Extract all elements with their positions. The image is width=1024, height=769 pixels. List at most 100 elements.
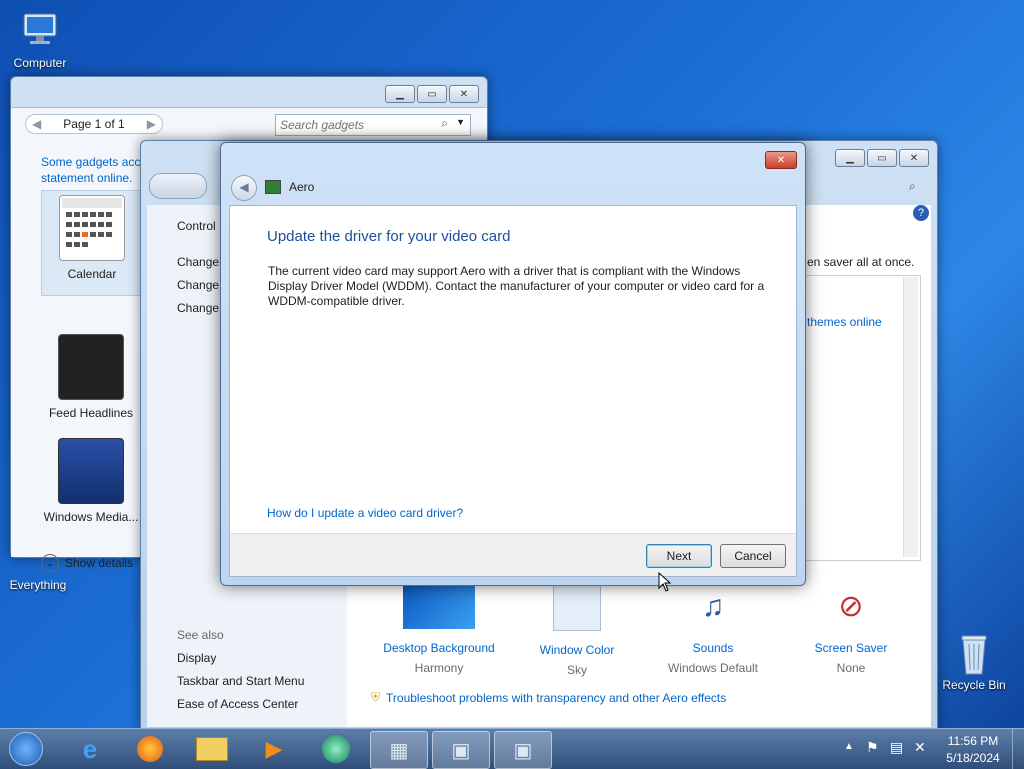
- media-player-button[interactable]: ▶: [246, 731, 302, 767]
- mouse-cursor: [658, 571, 672, 595]
- taskbar-personalization-button[interactable]: ▣: [432, 731, 490, 769]
- search-icon[interactable]: ⌕: [441, 116, 448, 131]
- desktop-background-thumbnail: [403, 585, 475, 629]
- start-button[interactable]: [2, 731, 50, 767]
- recycle-bin-icon: [952, 630, 996, 675]
- back-button[interactable]: ◀: [231, 175, 257, 201]
- monitor-icon: ▣: [513, 739, 533, 762]
- volume-muted-icon[interactable]: ✕: [914, 739, 926, 756]
- pager: ◀ Page 1 of 1 ▶: [25, 114, 163, 134]
- see-also-heading: See also: [177, 628, 224, 642]
- windows-media-icon: [58, 438, 124, 504]
- help-icon[interactable]: ?: [913, 205, 929, 221]
- screen-saver-icon: ⊘: [838, 590, 864, 623]
- item-value: Harmony: [414, 661, 464, 675]
- page-label: Page 1 of 1: [63, 117, 125, 131]
- aero-dialog: ✕ ◀ Aero Update the driver for your vide…: [220, 142, 806, 586]
- screen-saver-item[interactable]: ⊘ Screen Saver None: [787, 585, 915, 675]
- dialog-content: Update the driver for your video card Th…: [229, 205, 797, 577]
- gadget-search-input[interactable]: [276, 115, 432, 135]
- gadget-feed-headlines[interactable]: Feed Headlines: [41, 334, 141, 420]
- dialog-app-title: Aero: [289, 180, 315, 194]
- calendar-icon: [59, 195, 125, 261]
- gadget-label: Windows Media...: [43, 510, 139, 524]
- system-tray: ▲ ⚑ ▤ ✕ 11:56 PM 5/18/2024: [842, 729, 1024, 769]
- show-desktop-button[interactable]: [1012, 729, 1024, 769]
- sounds-item[interactable]: ♫ Sounds Windows Default: [649, 585, 777, 675]
- help-link[interactable]: How do I update a video card driver?: [267, 506, 463, 520]
- show-details-label: Show details: [65, 556, 134, 570]
- gadget-calendar[interactable]: Calendar: [41, 190, 143, 296]
- scrollbar[interactable]: [903, 277, 918, 557]
- item-value: Windows Default: [667, 661, 759, 675]
- item-title: Window Color: [539, 643, 615, 657]
- media-player-icon: ▶: [265, 736, 283, 761]
- desktop-icon-label: Computer: [13, 56, 67, 70]
- desktop-background-item[interactable]: Desktop Background Harmony: [375, 585, 503, 675]
- clock-time: 11:56 PM: [947, 734, 999, 748]
- themes-online-link[interactable]: themes online: [807, 315, 882, 329]
- see-also-taskbar[interactable]: Taskbar and Start Menu: [177, 674, 304, 688]
- desktop-icon-label: Everything: [9, 578, 67, 592]
- dialog-body-text: The current video card may support Aero …: [268, 264, 765, 308]
- item-value: Sky: [566, 663, 587, 677]
- item-title: Desktop Background: [383, 641, 495, 655]
- folder-icon: [196, 737, 228, 761]
- prev-page-icon[interactable]: ◀: [32, 117, 41, 131]
- computer-icon: [18, 8, 62, 52]
- internet-explorer-icon: e: [82, 733, 98, 764]
- minimize-button[interactable]: ▁: [385, 85, 415, 103]
- desktop-icon-recycle-bin[interactable]: Recycle Bin: [938, 630, 1010, 692]
- windows-logo-icon: [9, 732, 43, 766]
- taskbar-aero-button[interactable]: ▣: [494, 731, 552, 769]
- search-icon[interactable]: ⌕: [909, 179, 916, 194]
- troubleshoot-link[interactable]: ⛨ Troubleshoot problems with transparenc…: [371, 690, 726, 705]
- right-description: en saver all at once.: [807, 255, 915, 269]
- gadgets-note[interactable]: Some gadgets acc statement online.: [41, 154, 145, 186]
- shield-icon: ⛨: [371, 690, 381, 704]
- flag-icon[interactable]: ⚑: [866, 739, 879, 756]
- see-also-ease-of-access[interactable]: Ease of Access Center: [177, 697, 298, 711]
- gadget-label: Feed Headlines: [48, 406, 134, 420]
- aero-app-icon: [265, 180, 281, 194]
- desktop-icon-computer[interactable]: Computer: [4, 8, 76, 70]
- maximize-button[interactable]: ▭: [417, 85, 447, 103]
- nav-change-2[interactable]: Change: [177, 278, 219, 292]
- network-icon[interactable]: ▤: [890, 739, 903, 756]
- app-button[interactable]: [308, 731, 364, 767]
- explorer-button[interactable]: [184, 731, 240, 767]
- minimize-button[interactable]: ▁: [835, 149, 865, 167]
- firefox-button[interactable]: [122, 731, 178, 767]
- item-title: Screen Saver: [814, 641, 888, 655]
- chevron-down-circle-icon: ⌄: [41, 554, 59, 572]
- show-hidden-icons-icon[interactable]: ▲: [844, 741, 854, 752]
- see-also-display[interactable]: Display: [177, 651, 216, 665]
- taskbar-gadgets-button[interactable]: ▦: [370, 731, 428, 769]
- gadget-windows-media[interactable]: Windows Media...: [41, 438, 141, 524]
- firefox-icon: [137, 736, 163, 762]
- item-title: Sounds: [692, 641, 734, 655]
- nav-change-3[interactable]: Change: [177, 301, 219, 315]
- cancel-button[interactable]: Cancel: [720, 544, 786, 568]
- clock[interactable]: 11:56 PM 5/18/2024: [940, 734, 1006, 765]
- nav-control-panel[interactable]: Control: [177, 219, 216, 233]
- internet-explorer-button[interactable]: e: [62, 731, 118, 767]
- globe-icon: [322, 735, 350, 763]
- show-details-button[interactable]: ⌄ Show details: [41, 554, 133, 572]
- troubleshoot-label: Troubleshoot problems with transparency …: [386, 690, 727, 705]
- maximize-button[interactable]: ▭: [867, 149, 897, 167]
- window-color-item[interactable]: Window Color Sky: [513, 585, 641, 677]
- next-button[interactable]: Next: [646, 544, 712, 568]
- close-button[interactable]: ✕: [449, 85, 479, 103]
- window-color-thumbnail: [553, 585, 601, 631]
- chevron-down-icon[interactable]: ▼: [456, 117, 465, 127]
- next-page-icon[interactable]: ▶: [147, 117, 156, 131]
- close-button[interactable]: ✕: [765, 151, 797, 169]
- close-button[interactable]: ✕: [899, 149, 929, 167]
- nav-change-1[interactable]: Change: [177, 255, 219, 269]
- gadget-search-box[interactable]: ⌕ ▼: [275, 114, 471, 136]
- nav-back-forward[interactable]: [149, 173, 207, 199]
- desktop-icon-label: Recycle Bin: [942, 678, 1006, 692]
- clock-date: 5/18/2024: [946, 751, 1000, 765]
- taskbar: e ▶ ▦ ▣ ▣ ▲ ⚑ ▤ ✕ 11:56 PM 5/18/2024: [0, 728, 1024, 769]
